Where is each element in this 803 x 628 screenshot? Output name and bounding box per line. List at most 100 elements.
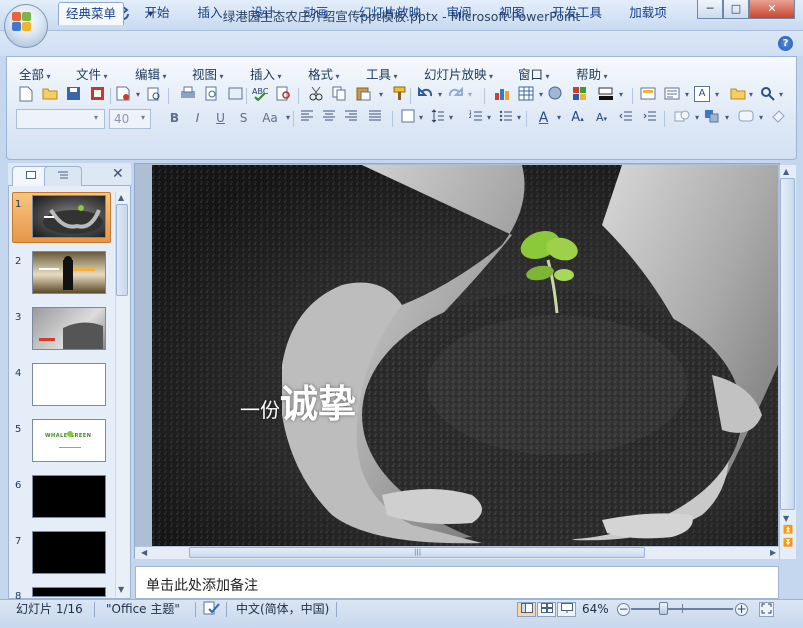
menu-all[interactable]: 全部 xyxy=(19,64,51,82)
numbering-dropdown-icon[interactable]: ▾ xyxy=(482,109,496,128)
align-left-icon[interactable] xyxy=(297,109,316,128)
redo-list-icon[interactable]: ▾ xyxy=(463,86,477,105)
increase-indent-icon[interactable] xyxy=(640,109,659,128)
paste-icon[interactable] xyxy=(354,86,373,105)
tab-animation[interactable]: 动画 xyxy=(296,2,336,25)
zoom-out-button[interactable]: − xyxy=(617,603,630,616)
print-icon[interactable] xyxy=(178,86,197,105)
new-icon[interactable] xyxy=(16,86,35,105)
decrease-indent-icon[interactable] xyxy=(616,109,635,128)
tab-home[interactable]: 开始 xyxy=(137,2,177,25)
chart-icon[interactable] xyxy=(492,86,511,105)
minimize-button[interactable]: ─ xyxy=(697,0,723,19)
frame-icon[interactable] xyxy=(226,86,245,105)
clipart-icon[interactable] xyxy=(546,86,565,105)
zoom-slider-knob[interactable] xyxy=(659,602,668,615)
tab-addins[interactable]: 加载项 xyxy=(622,2,674,25)
new-slide-icon[interactable] xyxy=(638,86,657,105)
tab-classic-menu[interactable]: 经典菜单 xyxy=(58,2,124,25)
tab-view[interactable]: 视图 xyxy=(492,2,532,25)
menu-slideshow[interactable]: 幻灯片放映 xyxy=(424,64,493,82)
fill-dropdown-icon[interactable]: ▾ xyxy=(614,86,628,105)
dropdown-arrow-icon[interactable]: ▾ xyxy=(131,86,145,105)
align-right-icon[interactable] xyxy=(341,109,360,128)
font-size-dropdown-icon[interactable]: ▾ xyxy=(141,113,145,122)
help-icon[interactable]: ? xyxy=(778,36,793,51)
slide-thumbnail-1[interactable] xyxy=(32,195,106,238)
styles-dropdown-icon[interactable]: ▾ xyxy=(754,109,768,128)
scroll-left-icon[interactable]: ◀ xyxy=(141,548,147,557)
shape-fill-icon[interactable] xyxy=(768,109,787,128)
fill-color-icon[interactable] xyxy=(596,86,615,105)
menu-tools[interactable]: 工具 xyxy=(366,64,398,82)
font-name-box[interactable] xyxy=(16,109,105,129)
grow-font-icon[interactable]: A▴ xyxy=(568,109,587,128)
menu-edit[interactable]: 编辑 xyxy=(135,64,167,82)
previous-slide-icon[interactable]: ⏫ xyxy=(783,525,793,534)
align-center-icon[interactable] xyxy=(319,109,338,128)
font-dropdown-icon[interactable]: ▾ xyxy=(94,113,98,122)
close-button[interactable]: ✕ xyxy=(749,0,795,19)
menu-window[interactable]: 窗口 xyxy=(518,64,550,82)
tab-slideshow[interactable]: 幻灯片放映 xyxy=(350,2,430,25)
picture-icon[interactable] xyxy=(570,86,589,105)
tab-outline[interactable] xyxy=(44,166,82,186)
language-indicator[interactable]: 中文(简体，中国) xyxy=(236,601,329,617)
slide-canvas[interactable] xyxy=(152,165,778,546)
menu-help[interactable]: 帮助 xyxy=(576,64,608,82)
layout-dropdown-icon[interactable]: ▾ xyxy=(680,86,694,105)
slide-sorter-button[interactable] xyxy=(537,602,556,617)
slide-thumbnail-4[interactable] xyxy=(32,363,106,406)
bold-button[interactable]: B xyxy=(165,109,184,128)
slide-thumbnail-6[interactable] xyxy=(32,475,106,518)
cut-icon[interactable] xyxy=(306,86,325,105)
underline-button[interactable]: U xyxy=(211,109,230,128)
shapes-icon[interactable] xyxy=(672,109,691,128)
direction-dropdown-icon[interactable]: ▾ xyxy=(414,109,428,128)
tab-review[interactable]: 审阅 xyxy=(439,2,479,25)
slide-thumbnail-5[interactable]: WHALE GREEN xyxy=(32,419,106,462)
permission-icon[interactable] xyxy=(88,86,107,105)
panel-close-icon[interactable]: ✕ xyxy=(112,166,124,182)
notes-pane[interactable]: 单击此处添加备注 xyxy=(135,566,779,599)
tab-insert[interactable]: 插入 xyxy=(190,2,230,25)
quick-styles-icon[interactable] xyxy=(736,109,755,128)
slide-thumbnail-7[interactable] xyxy=(32,531,106,574)
fit-to-window-button[interactable] xyxy=(759,602,774,617)
preview-icon[interactable] xyxy=(202,86,221,105)
paste-dropdown-icon[interactable]: ▾ xyxy=(374,86,388,105)
menu-format[interactable]: 格式 xyxy=(308,64,340,82)
zoom-in-button[interactable]: + xyxy=(735,603,748,616)
textbox-icon[interactable]: A xyxy=(694,86,710,102)
shadow-button[interactable]: S xyxy=(234,109,253,128)
font-color-dropdown-icon[interactable]: ▾ xyxy=(552,109,566,128)
format-painter-icon[interactable] xyxy=(390,86,409,105)
spelling-icon[interactable]: ABC xyxy=(250,86,269,105)
undo-list-icon[interactable]: ▾ xyxy=(433,86,447,105)
menu-insert[interactable]: 插入 xyxy=(250,64,282,82)
slide-vertical-scroll-thumb[interactable] xyxy=(780,178,795,510)
scroll-up-icon[interactable]: ▲ xyxy=(118,193,124,202)
shrink-font-icon[interactable]: A▾ xyxy=(592,109,611,128)
save-file-icon[interactable] xyxy=(64,86,83,105)
find-dropdown-icon[interactable]: ▾ xyxy=(774,86,788,105)
slide-thumbnail-8[interactable] xyxy=(32,587,106,597)
tab-design[interactable]: 设计 xyxy=(243,2,283,25)
layout-icon[interactable] xyxy=(662,86,681,105)
spacing-dropdown-icon[interactable]: ▾ xyxy=(444,109,458,128)
folder-dropdown-icon[interactable]: ▾ xyxy=(744,86,758,105)
slideshow-view-button[interactable] xyxy=(557,602,576,617)
slide-thumbnail-2[interactable] xyxy=(32,251,106,294)
research-icon[interactable] xyxy=(274,86,293,105)
next-slide-icon[interactable]: ⏬ xyxy=(783,538,793,547)
slide-thumbnail-3[interactable] xyxy=(32,307,106,350)
slide-scroll-up-icon[interactable]: ▲ xyxy=(783,167,789,176)
font-color-icon[interactable]: A xyxy=(534,109,553,128)
slides-panel-scroll-thumb[interactable] xyxy=(116,204,128,296)
print-preview-icon[interactable] xyxy=(144,86,163,105)
slide-scroll-down-icon[interactable]: ▼ xyxy=(783,514,789,523)
table-icon[interactable] xyxy=(516,86,535,105)
open-icon[interactable] xyxy=(40,86,59,105)
spell-check-icon[interactable] xyxy=(203,601,221,619)
normal-view-button[interactable] xyxy=(517,602,536,617)
